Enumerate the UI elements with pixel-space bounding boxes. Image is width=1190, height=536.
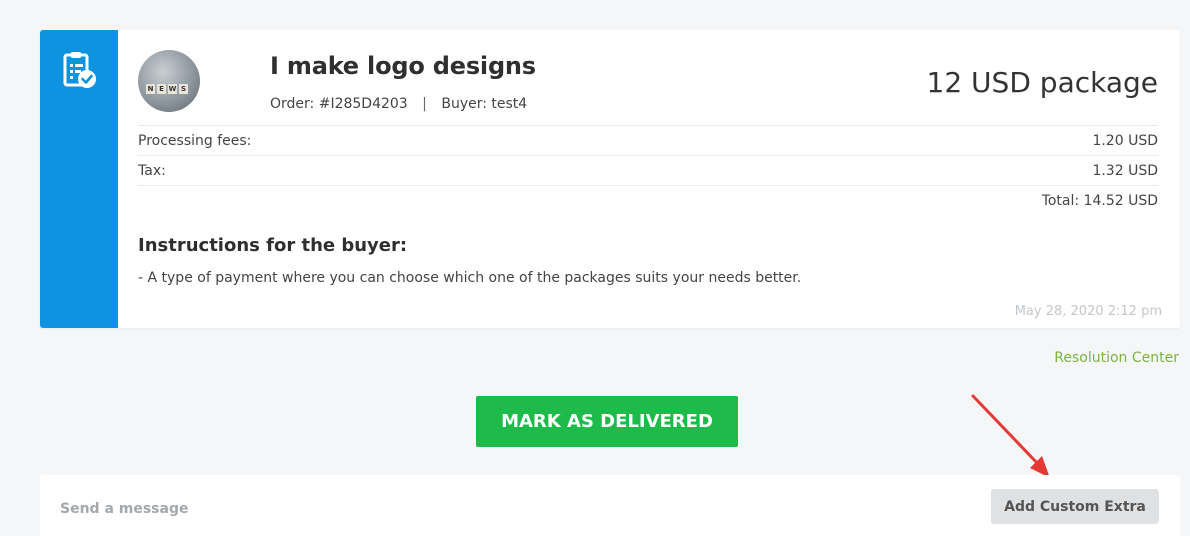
resolution-center-link[interactable]: Resolution Center — [1054, 350, 1179, 366]
gig-avatar: N E W S — [138, 50, 200, 112]
order-timestamp: May 28, 2020 2:12 pm — [1014, 304, 1162, 319]
fee-row-processing: Processing fees: 1.20 USD — [138, 125, 1158, 155]
fee-row-tax: Tax: 1.32 USD — [138, 155, 1158, 185]
order-total: Total: 14.52 USD — [1041, 193, 1158, 209]
fee-amount: 1.32 USD — [1092, 163, 1158, 179]
order-id: #I285D4203 — [318, 96, 408, 112]
meta-separator: | — [422, 96, 427, 112]
order-meta: Order: #I285D4203 | Buyer: test4 — [270, 96, 527, 112]
total-row: Total: 14.52 USD — [138, 185, 1158, 215]
fee-amount: 1.20 USD — [1092, 133, 1158, 149]
order-label: Order: — [270, 96, 315, 112]
avatar-tile: W — [168, 84, 177, 94]
mark-as-delivered-button[interactable]: MARK AS DELIVERED — [476, 396, 738, 447]
fee-label: Tax: — [138, 163, 166, 179]
send-message-input[interactable] — [60, 497, 660, 521]
buyer-name: test4 — [491, 96, 528, 112]
red-arrow-icon — [971, 394, 1050, 478]
clipboard-check-icon — [63, 52, 96, 88]
gig-title: I make logo designs — [270, 52, 536, 80]
fee-label: Processing fees: — [138, 133, 252, 149]
buyer-label: Buyer: — [441, 96, 487, 112]
instructions-text: - A type of payment where you can choose… — [138, 270, 802, 286]
package-label: 12 USD package — [926, 66, 1158, 99]
avatar-tiles: N E W S — [146, 84, 188, 94]
message-bar: Add Custom Extra — [40, 475, 1180, 536]
avatar-tile: E — [157, 84, 166, 94]
add-custom-extra-button[interactable]: Add Custom Extra — [991, 489, 1159, 524]
order-status-strip — [40, 30, 118, 328]
order-card: N E W S I make logo designs Order: #I285… — [40, 30, 1180, 328]
avatar-tile: S — [179, 84, 188, 94]
avatar-tile: N — [146, 84, 155, 94]
instructions-title: Instructions for the buyer: — [138, 235, 408, 256]
